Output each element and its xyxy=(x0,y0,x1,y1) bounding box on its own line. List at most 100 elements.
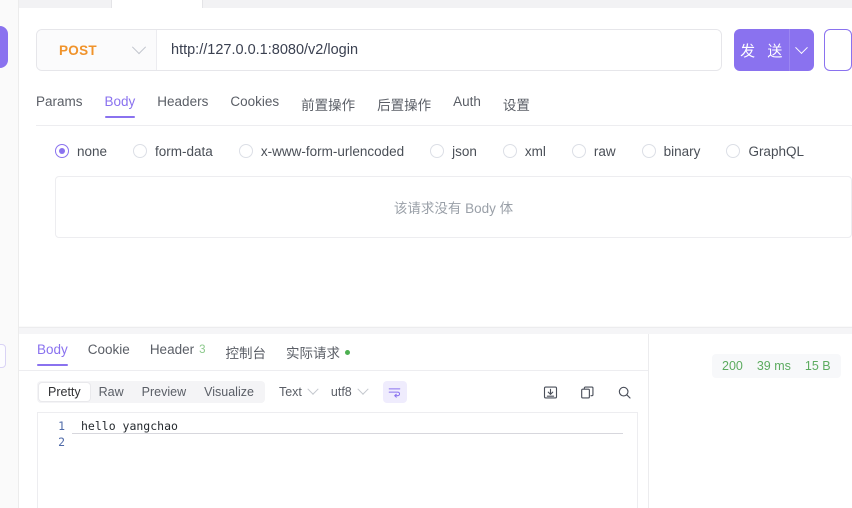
request-tab-label: 文档概览 xyxy=(49,0,97,2)
view-mode-visualize[interactable]: Visualize xyxy=(195,383,263,401)
sidebar-collapse-handle[interactable] xyxy=(0,26,8,68)
body-type-radio-group: none form-data x-www-form-urlencoded jso… xyxy=(55,139,852,163)
response-pane: Body Cookie Header 3 控制台 实际请求 Pretty Raw… xyxy=(19,334,852,508)
request-tab-document-overview[interactable]: ▤ 文档概览 xyxy=(19,0,113,8)
view-mode-pretty[interactable]: Pretty xyxy=(39,383,90,401)
radio-label: json xyxy=(452,143,477,159)
response-status-bar: 200 39 ms 15 B xyxy=(712,354,841,378)
request-pane: POST 发 送 Params Body Headers Cookies 前置操… xyxy=(19,8,852,326)
encoding-select[interactable]: utf8 xyxy=(330,383,369,399)
radio-label: raw xyxy=(593,143,616,159)
radio-icon xyxy=(430,144,445,158)
radio-icon xyxy=(502,144,517,158)
chevron-down-icon xyxy=(357,383,369,395)
response-meta-section: 200 39 ms 15 B xyxy=(649,334,852,508)
response-tab-label: 控制台 xyxy=(225,346,267,361)
response-tab-label: Cookie xyxy=(87,342,130,357)
chevron-down-icon xyxy=(307,383,319,395)
tab-auth[interactable]: Auth xyxy=(453,94,481,118)
tab-cookies[interactable]: Cookies xyxy=(230,94,279,118)
copy-icon[interactable] xyxy=(580,385,595,400)
status-size: 15 B xyxy=(804,359,831,373)
request-tab-strip: ▤ 文档概览 ⚡ 快捷请求 + xyxy=(19,0,852,8)
radio-label: none xyxy=(77,143,108,159)
send-options-button[interactable] xyxy=(788,29,814,71)
radio-form-data[interactable]: form-data xyxy=(133,144,213,159)
response-tab-label: Header xyxy=(149,342,195,357)
status-dot-icon xyxy=(345,349,350,355)
radio-icon xyxy=(726,144,741,158)
chevron-down-icon xyxy=(131,40,147,55)
save-request-button[interactable] xyxy=(823,29,852,71)
tab-pre-operation[interactable]: 前置操作 xyxy=(301,94,355,123)
response-section-tabs: Body Cookie Header 3 控制台 实际请求 xyxy=(37,342,648,370)
radio-icon xyxy=(55,144,69,158)
view-mode-segmented: Pretty Raw Preview Visualize xyxy=(37,381,265,403)
word-wrap-toggle[interactable] xyxy=(382,381,407,403)
radio-icon xyxy=(571,144,586,158)
response-format-toolbar: Pretty Raw Preview Visualize Text utf8 xyxy=(37,379,638,405)
response-tab-body[interactable]: Body xyxy=(37,342,68,366)
response-tab-console[interactable]: 控制台 xyxy=(226,342,267,371)
response-tab-label: 实际请求 xyxy=(286,346,340,361)
response-tab-label: Body xyxy=(37,342,68,357)
request-tab-quick-request[interactable]: ⚡ 快捷请求 xyxy=(112,0,204,8)
line-number: 1 xyxy=(58,419,65,433)
url-box: POST xyxy=(36,29,722,71)
header-count-badge: 3 xyxy=(199,343,206,356)
divider xyxy=(19,370,648,371)
radio-label: xml xyxy=(524,143,546,159)
left-rail xyxy=(0,0,19,508)
response-tab-header[interactable]: Header 3 xyxy=(150,342,206,366)
radio-label: binary xyxy=(663,143,701,159)
view-mode-preview[interactable]: Preview xyxy=(133,383,195,401)
request-tab-label: 快捷请求 xyxy=(140,0,188,2)
divider xyxy=(36,125,852,126)
tab-headers[interactable]: Headers xyxy=(157,94,208,118)
editor-content[interactable]: hello yangchao xyxy=(72,413,637,508)
response-tab-actual-request[interactable]: 实际请求 xyxy=(286,342,350,371)
request-section-tabs: Params Body Headers Cookies 前置操作 后置操作 Au… xyxy=(36,94,852,124)
editor-line-numbers: 1 2 xyxy=(38,413,72,508)
tab-body[interactable]: Body xyxy=(104,94,135,118)
method-label: POST xyxy=(59,42,97,58)
code-line: hello yangchao xyxy=(72,418,623,434)
radio-none[interactable]: none xyxy=(55,144,107,159)
radio-xml[interactable]: xml xyxy=(502,143,546,159)
line-number: 2 xyxy=(58,435,65,449)
method-select[interactable]: POST xyxy=(37,30,157,70)
view-mode-raw[interactable]: Raw xyxy=(90,383,133,401)
radio-label: form-data xyxy=(155,143,213,159)
status-code: 200 xyxy=(722,359,743,373)
radio-icon xyxy=(641,144,656,158)
add-request-tab-button[interactable]: + xyxy=(203,0,243,8)
radio-label: x-www-form-urlencoded xyxy=(260,143,405,159)
encoding-label: utf8 xyxy=(330,385,352,399)
url-input[interactable] xyxy=(157,30,721,70)
response-code-editor[interactable]: 1 2 hello yangchao xyxy=(37,412,638,508)
radio-icon xyxy=(133,144,148,158)
radio-binary[interactable]: binary xyxy=(641,143,701,159)
tab-post-operation[interactable]: 后置操作 xyxy=(377,94,431,123)
tab-params[interactable]: Params xyxy=(36,94,83,118)
api-client-window: ▤ 文档概览 ⚡ 快捷请求 + POST 发 送 xyxy=(0,0,852,508)
radio-json[interactable]: json xyxy=(430,144,477,159)
url-row: POST 发 送 xyxy=(36,29,852,71)
search-icon[interactable] xyxy=(617,385,632,400)
send-button[interactable]: 发 送 xyxy=(734,29,814,71)
send-button-label: 发 送 xyxy=(740,42,787,60)
radio-icon xyxy=(238,144,253,158)
radio-x-www-form-urlencoded[interactable]: x-www-form-urlencoded xyxy=(238,143,405,159)
radio-raw[interactable]: raw xyxy=(571,143,616,159)
response-action-icons xyxy=(543,385,638,400)
download-icon[interactable] xyxy=(543,385,558,400)
response-tab-cookie[interactable]: Cookie xyxy=(88,342,130,366)
tab-settings[interactable]: 设置 xyxy=(503,94,530,123)
body-empty-message: 该请求没有 Body 体 xyxy=(55,176,852,238)
sidebar-mini-handle[interactable] xyxy=(0,344,6,368)
language-label: Text xyxy=(278,385,302,399)
radio-graphql[interactable]: GraphQL xyxy=(726,144,804,159)
response-body-section: Body Cookie Header 3 控制台 实际请求 Pretty Raw… xyxy=(19,334,649,508)
language-select[interactable]: Text xyxy=(278,383,319,399)
